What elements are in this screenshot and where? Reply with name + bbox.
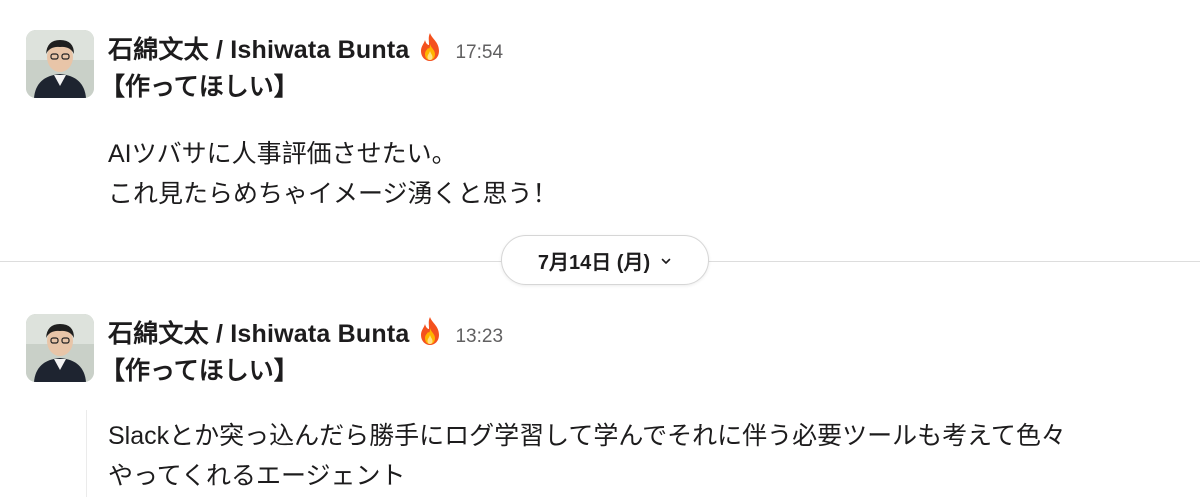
chevron-down-icon bbox=[660, 254, 672, 266]
timestamp[interactable]: 17:54 bbox=[455, 42, 503, 64]
message-line: これ見たらめちゃイメージ湧くと思う！ bbox=[108, 180, 558, 208]
message-title: 【作ってほしい】 bbox=[100, 73, 299, 101]
avatar-photo bbox=[26, 30, 94, 98]
date-label: 7月14日 (月) bbox=[537, 251, 651, 274]
message-line: AIツバサに人事評価させたい。 bbox=[108, 140, 457, 168]
author-name[interactable]: 石綿文太 / Ishiwata Bunta bbox=[108, 314, 409, 350]
author-name[interactable]: 石綿文太 / Ishiwata Bunta bbox=[108, 30, 409, 66]
message-line: やってくれるエージェント bbox=[108, 462, 406, 490]
message-text: Slackとか突っ込んだら勝手にログ学習して学んでそれに伴う必要ツールも考えて色… bbox=[108, 416, 1180, 496]
thread-rail bbox=[86, 410, 87, 497]
message-text: AIツバサに人事評価させたい。 これ見たらめちゃイメージ湧くと思う！ bbox=[108, 134, 1180, 214]
fire-icon[interactable] bbox=[417, 316, 443, 346]
timestamp[interactable]: 13:23 bbox=[455, 326, 503, 348]
avatar-photo bbox=[26, 314, 94, 382]
avatar[interactable] bbox=[26, 30, 94, 98]
message-body: 石綿文太 / Ishiwata Bunta 13:23 【作ってほしい】 Sla… bbox=[100, 312, 1180, 496]
date-divider-button[interactable]: 7月14日 (月) bbox=[501, 235, 709, 285]
fire-icon[interactable] bbox=[417, 32, 443, 62]
avatar[interactable] bbox=[26, 314, 94, 382]
message-header: 石綿文太 / Ishiwata Bunta 17:54 bbox=[108, 28, 1180, 64]
message-title: 【作ってほしい】 bbox=[100, 357, 299, 385]
message-line: Slackとか突っ込んだら勝手にログ学習して学んでそれに伴う必要ツールも考えて色… bbox=[108, 422, 1066, 450]
message-header: 石綿文太 / Ishiwata Bunta 13:23 bbox=[108, 312, 1180, 348]
message-list: 石綿文太 / Ishiwata Bunta 17:54 【作ってほしい】 AIツ… bbox=[0, 0, 1200, 497]
message-body: 石綿文太 / Ishiwata Bunta 17:54 【作ってほしい】 AIツ… bbox=[100, 28, 1180, 214]
